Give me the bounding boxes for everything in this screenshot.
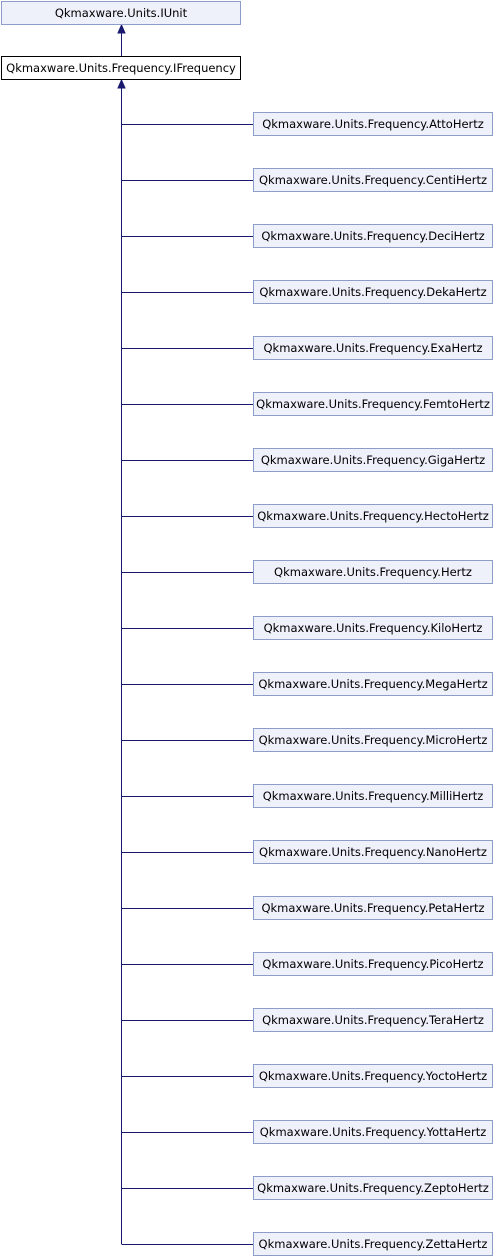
derived-class-node[interactable]: Qkmaxware.Units.Frequency.MilliHertz (253, 784, 493, 808)
derived-class-node[interactable]: Qkmaxware.Units.Frequency.NanoHertz (253, 840, 493, 864)
derived-class-node[interactable]: Qkmaxware.Units.Frequency.KiloHertz (253, 616, 493, 640)
derived-class-node[interactable]: Qkmaxware.Units.Frequency.MicroHertz (253, 728, 493, 752)
derived-class-node[interactable]: Qkmaxware.Units.Frequency.ZeptoHertz (253, 1176, 493, 1200)
derived-class-node[interactable]: Qkmaxware.Units.Frequency.CentiHertz (253, 168, 493, 192)
inheritance-arrowhead (117, 78, 126, 89)
derived-class-node[interactable]: Qkmaxware.Units.Frequency.MegaHertz (253, 672, 493, 696)
derived-class-node[interactable]: Qkmaxware.Units.Frequency.Hertz (253, 560, 493, 584)
derived-class-node[interactable]: Qkmaxware.Units.Frequency.HectoHertz (253, 504, 493, 528)
derived-class-node[interactable]: Qkmaxware.Units.Frequency.TeraHertz (253, 1008, 493, 1032)
derived-class-node[interactable]: Qkmaxware.Units.Frequency.DeciHertz (253, 224, 493, 248)
derived-class-node[interactable]: Qkmaxware.Units.Frequency.AttoHertz (253, 112, 493, 136)
inheritance-arrowhead (117, 23, 126, 34)
base-class-node[interactable]: Qkmaxware.Units.IUnit (1, 1, 241, 25)
derived-class-node[interactable]: Qkmaxware.Units.Frequency.YottaHertz (253, 1120, 493, 1144)
inheritance-diagram: Qkmaxware.Units.IUnit Qkmaxware.Units.Fr… (0, 0, 494, 1256)
current-class-node: Qkmaxware.Units.Frequency.IFrequency (1, 56, 241, 80)
derived-class-node[interactable]: Qkmaxware.Units.Frequency.PetaHertz (253, 896, 493, 920)
derived-class-node[interactable]: Qkmaxware.Units.Frequency.FemtoHertz (253, 392, 493, 416)
derived-class-node[interactable]: Qkmaxware.Units.Frequency.PicoHertz (253, 952, 493, 976)
derived-class-node[interactable]: Qkmaxware.Units.Frequency.DekaHertz (253, 280, 493, 304)
derived-class-node[interactable]: Qkmaxware.Units.Frequency.YoctoHertz (253, 1064, 493, 1088)
derived-class-node[interactable]: Qkmaxware.Units.Frequency.ExaHertz (253, 336, 493, 360)
derived-class-node[interactable]: Qkmaxware.Units.Frequency.ZettaHertz (253, 1232, 493, 1256)
derived-class-node[interactable]: Qkmaxware.Units.Frequency.GigaHertz (253, 448, 493, 472)
